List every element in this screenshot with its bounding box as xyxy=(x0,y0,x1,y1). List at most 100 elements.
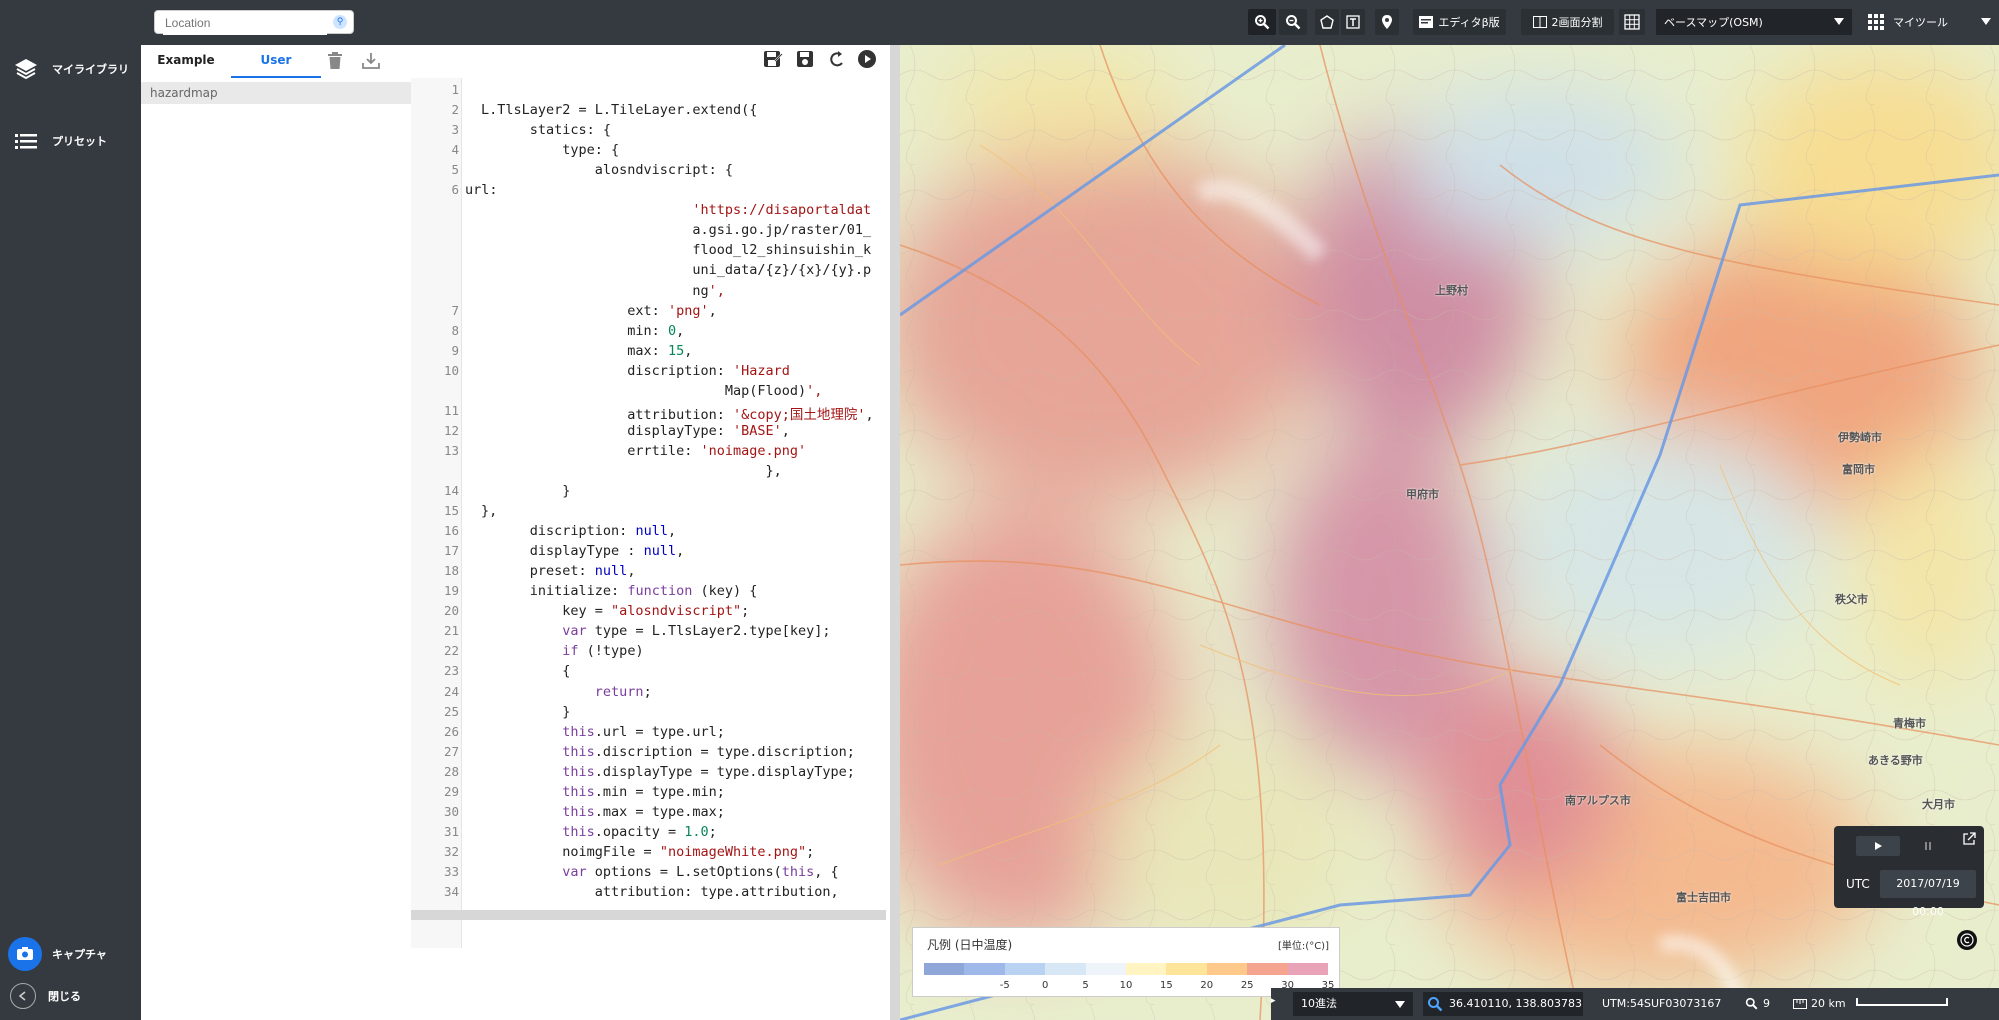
split-view-icon xyxy=(1532,16,1547,28)
split-divider[interactable] xyxy=(890,45,900,1020)
line-code: displayType : null, xyxy=(481,543,685,560)
line-code: attribution: '&copy;国土地理院', xyxy=(481,406,874,423)
line-number: 14 xyxy=(443,483,459,498)
line-code: key = "alosndviscript"; xyxy=(481,603,750,620)
line-number: 19 xyxy=(443,583,459,599)
expand-arrow-icon[interactable]: ▸ xyxy=(1271,996,1281,1006)
line-code: errtile: 'noimage.png' xyxy=(481,442,807,459)
mytools-select[interactable]: マイツール xyxy=(1863,9,1999,35)
location-search-input[interactable] xyxy=(163,11,327,35)
save-icon[interactable] xyxy=(795,49,815,71)
trash-icon[interactable] xyxy=(326,51,344,75)
save-as-icon[interactable] xyxy=(763,49,783,71)
legend-tick-label: 0 xyxy=(1042,980,1049,991)
code-area[interactable]: 1 2 L.TlsLayer2 = L.TileLayer.extend({3 st… xyxy=(411,78,890,948)
projection-select[interactable]: 10進法 xyxy=(1293,992,1413,1016)
copyright-icon[interactable] xyxy=(1957,930,1977,950)
download-icon[interactable] xyxy=(361,51,381,75)
line-number: 13 xyxy=(443,442,459,458)
line-number: 20 xyxy=(443,603,459,619)
line-number: 23 xyxy=(443,663,459,679)
line-number: 18 xyxy=(443,563,459,579)
run-icon[interactable] xyxy=(857,49,877,71)
legend-color-scale xyxy=(924,963,1329,975)
editor-beta-label: エディタβ版 xyxy=(1438,16,1500,29)
map-place-label: 大月市 xyxy=(1922,798,1955,811)
polygon-icon xyxy=(1320,15,1334,29)
marker-tool-button[interactable] xyxy=(1375,9,1399,35)
line-code: this.displayType = type.displayType; xyxy=(562,763,855,780)
external-link-icon[interactable] xyxy=(1962,832,1976,846)
coordinates-field[interactable]: 36.410110, 138.803783 xyxy=(1423,992,1583,1016)
line-number: 5 xyxy=(451,162,459,178)
grid-icon xyxy=(1624,14,1640,30)
legend-tick-label: 15 xyxy=(1160,980,1173,991)
map-place-label: 上野村 xyxy=(1435,284,1468,297)
search-icon[interactable]: ⚲ xyxy=(333,15,347,29)
legend-swatch xyxy=(1206,963,1248,975)
tab-example[interactable]: Example xyxy=(141,45,231,76)
line-number: 1 xyxy=(451,82,459,97)
scale-bar xyxy=(1856,998,1948,1006)
line-number: 11 xyxy=(443,402,459,418)
split-screen-label: 2画面分割 xyxy=(1551,16,1603,29)
legend-tick-label: 25 xyxy=(1240,980,1254,991)
time-control: UTC 2017/07/19 00:00 xyxy=(1834,826,1984,918)
sidebar-item-preset[interactable]: プリセット xyxy=(12,127,107,155)
zoom-in-tool-button[interactable] xyxy=(1248,9,1276,35)
line-code: if (!type) xyxy=(562,643,644,660)
line-code: { xyxy=(481,663,571,680)
grid-button[interactable] xyxy=(1619,9,1645,35)
play-button[interactable] xyxy=(1856,836,1900,856)
location-search: ⚲ xyxy=(154,10,354,35)
text-icon xyxy=(1346,15,1360,29)
close-sidebar-button[interactable]: 閉じる xyxy=(10,983,81,1009)
editor-beta-button[interactable]: エディタβ版 xyxy=(1413,9,1506,35)
undo-icon[interactable] xyxy=(827,49,847,71)
projection-select-value: 10進法 xyxy=(1301,997,1337,1010)
capture-button[interactable]: キャプチャ xyxy=(8,937,107,971)
pause-button[interactable] xyxy=(1906,836,1950,856)
horizontal-scrollbar[interactable] xyxy=(411,910,886,920)
zoom-level: 9 xyxy=(1763,997,1770,1010)
line-code: preset: null, xyxy=(481,563,636,580)
line-number: 33 xyxy=(443,863,459,879)
datetime-field[interactable]: 2017/07/19 00:00 xyxy=(1880,870,1976,918)
legend-swatch xyxy=(1004,963,1046,975)
tab-user[interactable]: User xyxy=(231,45,321,78)
line-code: }, xyxy=(481,462,782,479)
line-code: this.url = type.url; xyxy=(562,723,725,740)
basemap-select[interactable]: ベースマップ(OSM) xyxy=(1656,9,1852,35)
line-code: initialize: function (key) { xyxy=(481,583,758,600)
text-tool-button[interactable] xyxy=(1341,9,1365,35)
map-place-label: 甲府市 xyxy=(1406,488,1439,501)
polygon-tool-button[interactable] xyxy=(1315,9,1339,35)
library-item[interactable]: hazardmap xyxy=(141,82,411,104)
map-place-label: 伊勢崎市 xyxy=(1838,431,1882,444)
map-place-label: 富士吉田市 xyxy=(1676,891,1731,904)
zoom-in-icon xyxy=(1255,15,1270,30)
pause-icon xyxy=(1925,842,1931,850)
line-code: var options = L.setOptions(this, { xyxy=(562,863,839,880)
sidebar-item-library[interactable]: マイライブラリ xyxy=(12,55,129,83)
line-number: 25 xyxy=(443,703,459,719)
line-code: alosndviscript: { xyxy=(481,162,733,179)
layers-icon xyxy=(12,55,40,83)
line-number: 3 xyxy=(451,122,459,138)
line-number: 26 xyxy=(443,723,459,739)
map-place-label: 秩父市 xyxy=(1835,593,1868,606)
line-number: 22 xyxy=(443,643,459,659)
chevron-left-icon xyxy=(10,983,36,1009)
search-icon xyxy=(1428,997,1443,1012)
line-number: 4 xyxy=(451,142,459,158)
utm-readout: UTM:54SUF03073167 xyxy=(1602,997,1722,1010)
map-legend: 凡例 (日中温度) [単位:(°C)] -5 0 5 10 15 20 25 30 35 xyxy=(912,927,1340,997)
line-code: discription: null, xyxy=(481,523,677,540)
split-screen-button[interactable]: 2画面分割 xyxy=(1521,9,1614,35)
map-pin-icon xyxy=(1382,15,1392,29)
line-code: 'https://disaportaldat xyxy=(692,202,872,219)
library-panel: Example User hazardmap xyxy=(141,45,412,1020)
top-toolbar: ⚲ エディタβ版 2画面分割 ベースマップ(OSM) マイツール xyxy=(141,0,1999,45)
apps-grid-icon xyxy=(1868,14,1884,30)
zoom-out-tool-button[interactable] xyxy=(1279,9,1307,35)
